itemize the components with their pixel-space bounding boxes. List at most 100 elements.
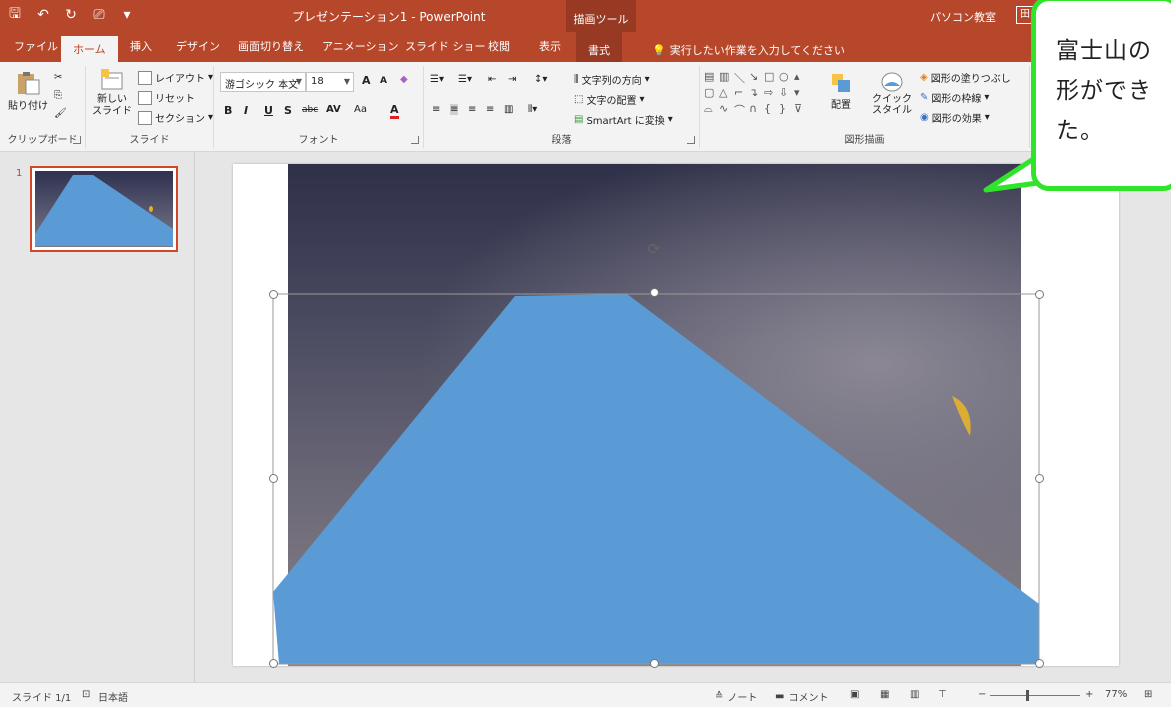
resize-handle-right[interactable] bbox=[1035, 474, 1044, 483]
justify-icon[interactable]: ≡ bbox=[486, 104, 494, 115]
arc-shape-icon[interactable]: ⌒ bbox=[734, 102, 748, 117]
slide-sorter-icon[interactable]: ▦ bbox=[880, 689, 889, 700]
shape-outline-button[interactable]: ✎ 図形の枠線 ▾ bbox=[920, 90, 989, 105]
tab-home[interactable]: ホーム bbox=[61, 36, 118, 62]
clear-format-icon[interactable]: ◆ bbox=[400, 74, 408, 85]
reset-button[interactable]: リセット bbox=[138, 90, 195, 105]
customize-qat-icon[interactable]: ▾ bbox=[118, 6, 136, 24]
format-painter-icon[interactable]: 🖌 bbox=[54, 108, 67, 119]
scribble-shape-icon[interactable]: ∿ bbox=[719, 102, 733, 117]
change-case-button[interactable]: Aa bbox=[354, 104, 367, 115]
zoom-in-icon[interactable]: + bbox=[1085, 689, 1093, 700]
adjust-handle[interactable] bbox=[650, 288, 659, 297]
language-indicator[interactable]: 日本語 bbox=[98, 689, 128, 704]
font-name-combo[interactable]: 游ゴシック 本文 ▼ bbox=[220, 72, 306, 92]
slide-thumbnail[interactable] bbox=[30, 166, 178, 252]
quick-style-button[interactable]: クイック スタイル bbox=[872, 70, 912, 116]
underline-button[interactable]: U bbox=[264, 104, 273, 117]
user-name[interactable]: パソコン教室 bbox=[930, 9, 996, 25]
brace-left-icon[interactable]: { bbox=[764, 102, 778, 117]
vtextbox-shape-icon[interactable]: ▥ bbox=[719, 70, 733, 85]
textbox-shape-icon[interactable]: ▤ bbox=[704, 70, 718, 85]
align-center-icon[interactable]: ≡ bbox=[450, 104, 459, 115]
fit-to-window-icon[interactable]: ⊞ bbox=[1144, 689, 1152, 700]
normal-view-icon[interactable]: ▣ bbox=[850, 689, 859, 700]
text-direction-button[interactable]: ⫼ 文字列の方向 ▾ bbox=[574, 72, 650, 87]
elbow-connector-icon[interactable]: ⌐ bbox=[734, 86, 748, 101]
zoom-out-icon[interactable]: − bbox=[978, 689, 986, 700]
paragraph-launcher-icon[interactable] bbox=[687, 136, 695, 144]
align-left-icon[interactable]: ≡ bbox=[432, 104, 440, 115]
save-icon[interactable]: 🖫 bbox=[6, 6, 24, 24]
mountain-shape[interactable] bbox=[233, 164, 1119, 666]
bold-button[interactable]: B bbox=[224, 104, 232, 117]
copy-icon[interactable]: ⎘ bbox=[54, 90, 62, 101]
align-text-button[interactable]: ⬚ 文字の配置 ▾ bbox=[574, 92, 644, 107]
tell-me-box[interactable]: 💡 実行したい作業を入力してください bbox=[652, 42, 845, 58]
smartart-button[interactable]: ▤ SmartArt に変換 ▾ bbox=[574, 112, 673, 127]
comments-button[interactable]: ▬ コメント bbox=[775, 689, 828, 704]
curved-connector-icon[interactable]: ↴ bbox=[749, 86, 763, 101]
bullets-icon[interactable]: ☰▾ bbox=[430, 74, 444, 85]
resize-handle-top-right[interactable] bbox=[1035, 290, 1044, 299]
tab-insert[interactable]: 挿入 bbox=[130, 38, 152, 54]
font-color-button[interactable]: A bbox=[390, 103, 399, 119]
spellcheck-icon[interactable]: ⊡ bbox=[82, 689, 90, 700]
shadow-button[interactable]: S bbox=[284, 104, 292, 117]
resize-handle-left[interactable] bbox=[269, 474, 278, 483]
new-slide-button[interactable]: 新しい スライド bbox=[92, 68, 132, 118]
font-launcher-icon[interactable] bbox=[411, 136, 419, 144]
zoom-slider[interactable] bbox=[990, 695, 1080, 696]
undo-icon[interactable]: ↶ bbox=[34, 6, 52, 24]
tab-file[interactable]: ファイル bbox=[14, 38, 58, 54]
line-spacing-icon[interactable]: ↕▾ bbox=[534, 74, 547, 85]
shape-fill-button[interactable]: ◈ 図形の塗りつぶし bbox=[920, 70, 1011, 85]
slide[interactable]: ⟳ bbox=[233, 164, 1119, 668]
shapes-gallery[interactable]: ▤ ▥ ＼ ↘ □ ○ ▴ ▢ △ ⌐ ↴ ⇨ ⇩ ▾ ⌓ ∿ ⌒ ∩{} ⊽ bbox=[704, 70, 814, 120]
slideshow-view-icon[interactable]: ⊤ bbox=[938, 689, 947, 700]
arrow-line-shape-icon[interactable]: ↘ bbox=[749, 70, 763, 85]
italic-button[interactable]: I bbox=[244, 104, 248, 117]
resize-handle-bottom-left[interactable] bbox=[269, 659, 278, 668]
shape-effects-button[interactable]: ◉ 図形の効果 ▾ bbox=[920, 110, 990, 125]
triangle-shape-icon[interactable]: △ bbox=[719, 86, 733, 101]
distribute-icon[interactable]: ▥ bbox=[504, 104, 513, 115]
char-spacing-button[interactable]: AV bbox=[326, 104, 341, 115]
indent-increase-icon[interactable]: ⇥ bbox=[508, 74, 516, 85]
gallery-up-icon[interactable]: ▴ bbox=[794, 70, 808, 85]
strikethrough-button[interactable]: abc bbox=[302, 105, 318, 115]
tab-animations[interactable]: アニメーション bbox=[322, 38, 399, 54]
brace-right-icon[interactable]: } bbox=[779, 102, 793, 117]
reading-view-icon[interactable]: ▥ bbox=[910, 689, 919, 700]
arrange-button[interactable]: 配置 bbox=[830, 72, 852, 111]
font-size-combo[interactable]: 18 ▼ bbox=[306, 72, 354, 92]
layout-button[interactable]: レイアウト ▾ bbox=[138, 70, 213, 85]
redo-icon[interactable]: ↻ bbox=[62, 6, 80, 24]
numbering-icon[interactable]: ☰▾ bbox=[458, 74, 472, 85]
rounded-rect-shape-icon[interactable]: ▢ bbox=[704, 86, 718, 101]
shrink-font-button[interactable]: A bbox=[380, 76, 387, 86]
grow-font-button[interactable]: A bbox=[362, 74, 371, 87]
right-arrow-shape-icon[interactable]: ⇨ bbox=[764, 86, 778, 101]
section-button[interactable]: セクション ▾ bbox=[138, 110, 213, 125]
tab-design[interactable]: デザイン bbox=[176, 38, 220, 54]
gallery-more-icon[interactable]: ⊽ bbox=[794, 102, 808, 117]
tab-slideshow[interactable]: スライド ショー bbox=[405, 38, 486, 54]
align-right-icon[interactable]: ≡ bbox=[468, 104, 476, 115]
curve-shape-icon[interactable]: ∩ bbox=[749, 102, 763, 117]
tab-review[interactable]: 校閲 bbox=[488, 38, 510, 54]
oval-shape-icon[interactable]: ○ bbox=[779, 70, 793, 85]
zoom-slider-thumb[interactable] bbox=[1026, 690, 1029, 701]
freeform-shape-icon[interactable]: ⌓ bbox=[704, 102, 718, 117]
notes-button[interactable]: ≙ ノート bbox=[715, 689, 757, 704]
line-shape-icon[interactable]: ＼ bbox=[734, 70, 748, 85]
indent-decrease-icon[interactable]: ⇤ bbox=[488, 74, 496, 85]
cut-icon[interactable]: ✂ bbox=[54, 72, 62, 83]
resize-handle-top-left[interactable] bbox=[269, 290, 278, 299]
columns-icon[interactable]: ⫴▾ bbox=[528, 104, 537, 115]
down-arrow-shape-icon[interactable]: ⇩ bbox=[779, 86, 793, 101]
rotate-handle-icon[interactable]: ⟳ bbox=[645, 240, 663, 258]
rect-shape-icon[interactable]: □ bbox=[764, 70, 778, 85]
resize-handle-bottom-right[interactable] bbox=[1035, 659, 1044, 668]
resize-handle-bottom[interactable] bbox=[650, 659, 659, 668]
